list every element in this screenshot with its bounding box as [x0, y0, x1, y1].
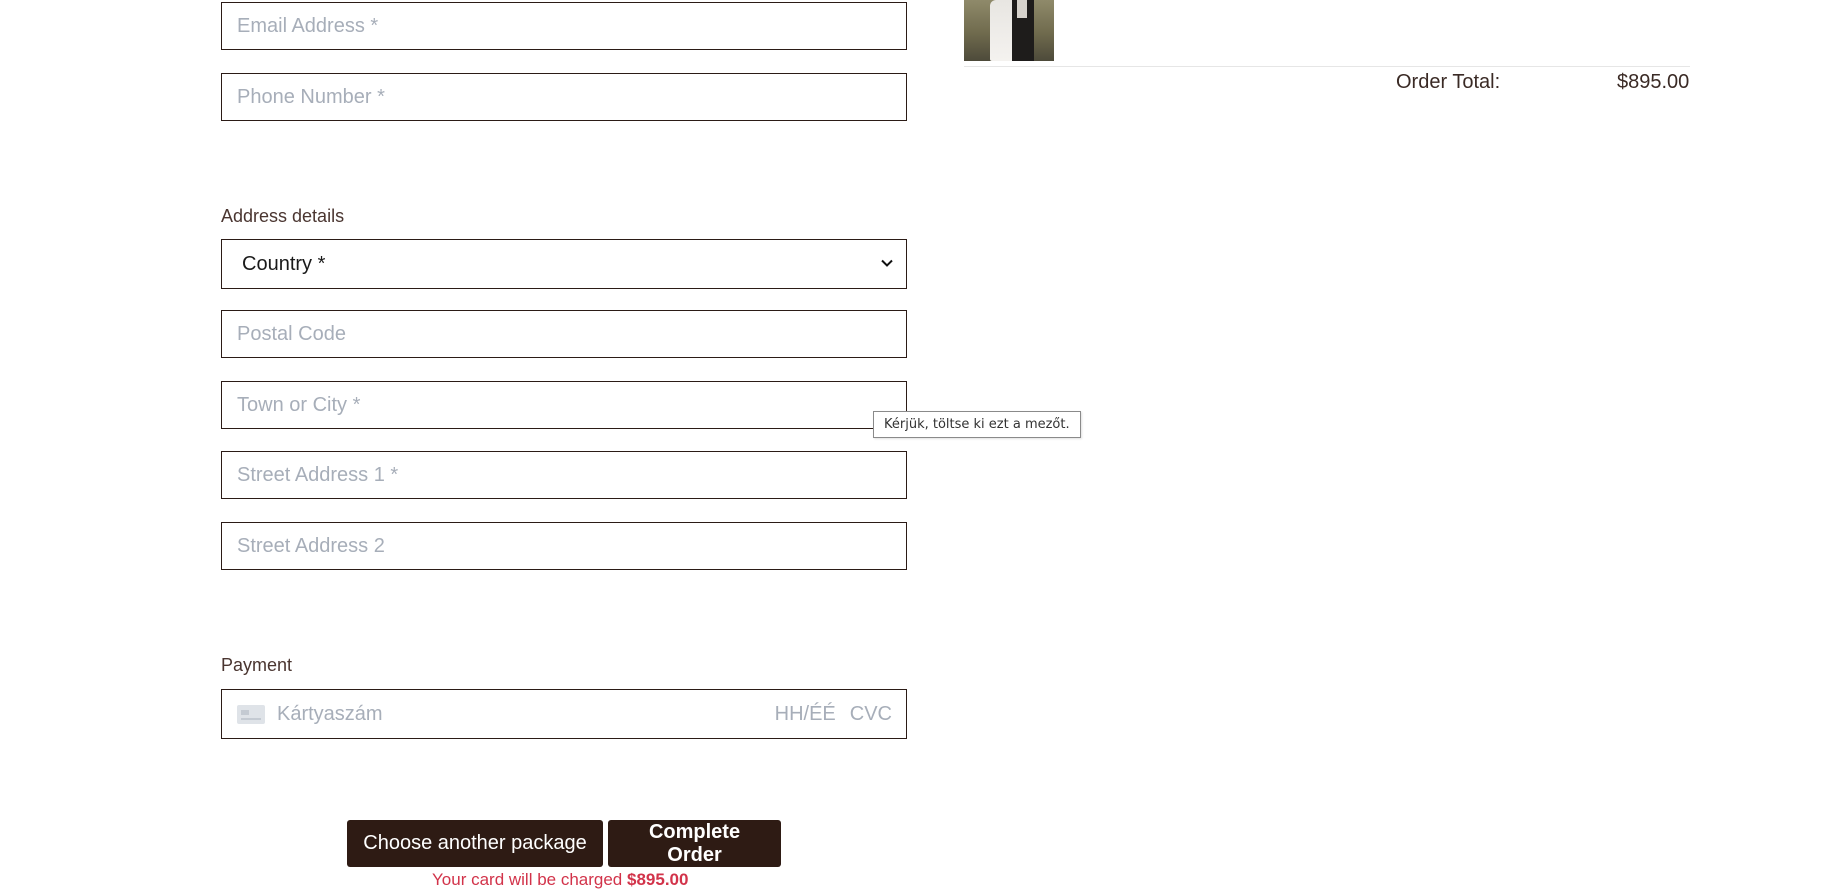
- phone-input[interactable]: [221, 73, 907, 121]
- postal-code-input[interactable]: [221, 310, 907, 358]
- order-total-value: $895.00: [1617, 71, 1690, 93]
- card-input[interactable]: Kártyaszám HH/ÉÉ CVC: [221, 689, 907, 739]
- card-number-placeholder[interactable]: Kártyaszám: [277, 703, 775, 726]
- package-thumbnail-image: [964, 0, 1054, 61]
- checkout-page: Address details Country * Kérjük, töltse…: [0, 0, 1845, 893]
- street-address-2-input[interactable]: [221, 522, 907, 570]
- charge-notice: Your card will be charged $895.00: [432, 870, 688, 890]
- validation-tooltip: Kérjük, töltse ki ezt a mezőt.: [873, 411, 1081, 438]
- order-total-label: Order Total:: [1396, 71, 1501, 93]
- email-input[interactable]: [221, 2, 907, 50]
- complete-order-button[interactable]: Complete Order: [608, 820, 781, 867]
- chevron-down-icon: [880, 253, 894, 276]
- country-select-value: Country *: [242, 252, 326, 275]
- credit-card-icon: [237, 704, 265, 724]
- charge-notice-text: Your card will be charged: [432, 870, 627, 889]
- card-expiry-placeholder[interactable]: HH/ÉÉ: [775, 703, 836, 726]
- choose-another-package-button[interactable]: Choose another package: [347, 820, 603, 867]
- town-city-input[interactable]: [221, 381, 907, 429]
- card-cvc-placeholder[interactable]: CVC: [850, 703, 892, 726]
- summary-divider: [964, 66, 1690, 67]
- address-details-label: Address details: [221, 206, 345, 226]
- country-select[interactable]: Country *: [221, 239, 907, 289]
- charge-amount: $895.00: [627, 870, 689, 889]
- street-address-1-input[interactable]: [221, 451, 907, 499]
- payment-label: Payment: [221, 655, 293, 675]
